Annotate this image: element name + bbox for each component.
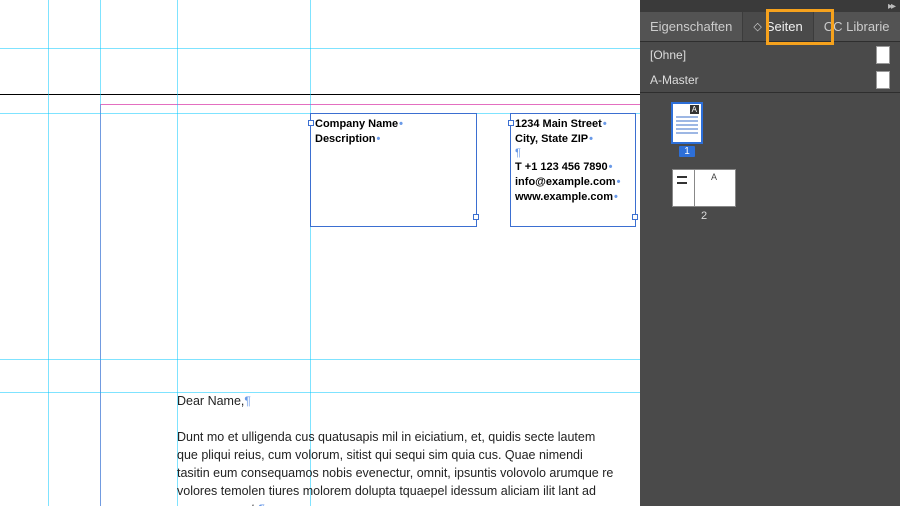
- sort-icon: ◇: [753, 20, 761, 33]
- collapse-icon[interactable]: ▸▸: [888, 1, 894, 12]
- page-thumb-2[interactable]: A 2: [672, 169, 736, 222]
- company-description: Description: [315, 133, 380, 145]
- guide-vertical[interactable]: [100, 0, 101, 506]
- address-line2: City, State ZIP: [515, 133, 593, 145]
- master-a-label: A-Master: [650, 73, 699, 87]
- masters-section: [Ohne] A-Master: [640, 42, 900, 93]
- master-thumb: [876, 46, 890, 64]
- salutation: Dear Name,: [177, 394, 244, 408]
- master-a[interactable]: A-Master: [640, 67, 900, 92]
- panel-dock-bar[interactable]: ▸▸: [640, 0, 900, 12]
- text-frame-company[interactable]: Company Name Description: [310, 113, 477, 227]
- master-none-label: [Ohne]: [650, 48, 686, 62]
- address-email: info@example.com: [515, 176, 620, 188]
- document-canvas[interactable]: Company Name Description 1234 Main Stree…: [0, 0, 640, 506]
- company-name: Company Name: [315, 118, 403, 130]
- panel-tabs: Eigenschaften ◇Seiten CC Librarie ≡: [640, 12, 900, 42]
- tab-pages[interactable]: ◇Seiten: [743, 12, 813, 41]
- pages-thumbnails[interactable]: A 1 A 2: [640, 93, 900, 506]
- body-text-frame[interactable]: Dear Name,¶ Dunt mo et ulligenda cus qua…: [177, 392, 617, 506]
- master-none[interactable]: [Ohne]: [640, 42, 900, 67]
- address-web: www.example.com: [515, 191, 618, 203]
- tab-properties[interactable]: Eigenschaften: [640, 12, 743, 41]
- body-paragraph-1: Dunt mo et ulligenda cus quatusapis mil …: [177, 430, 613, 506]
- master-thumb: [876, 71, 890, 89]
- page-edge-top: [0, 94, 640, 95]
- pages-panel: ▸▸ Eigenschaften ◇Seiten CC Librarie ≡ […: [640, 0, 900, 506]
- address-tel: T +1 123 456 7890: [515, 161, 613, 173]
- page-number-2: 2: [701, 210, 707, 222]
- guide-vertical[interactable]: [48, 0, 49, 506]
- guide-horizontal[interactable]: [0, 359, 640, 360]
- page-thumb-1[interactable]: A 1: [672, 103, 702, 157]
- master-letter: A: [690, 105, 699, 114]
- master-letter: A: [711, 172, 717, 182]
- address-line1: 1234 Main Street: [515, 118, 607, 130]
- page-number-1: 1: [679, 146, 695, 157]
- guide-horizontal[interactable]: [0, 48, 640, 49]
- text-frame-address[interactable]: 1234 Main Street City, State ZIP ¶ T +1 …: [510, 113, 636, 227]
- tab-cc-libraries[interactable]: CC Librarie: [814, 12, 900, 41]
